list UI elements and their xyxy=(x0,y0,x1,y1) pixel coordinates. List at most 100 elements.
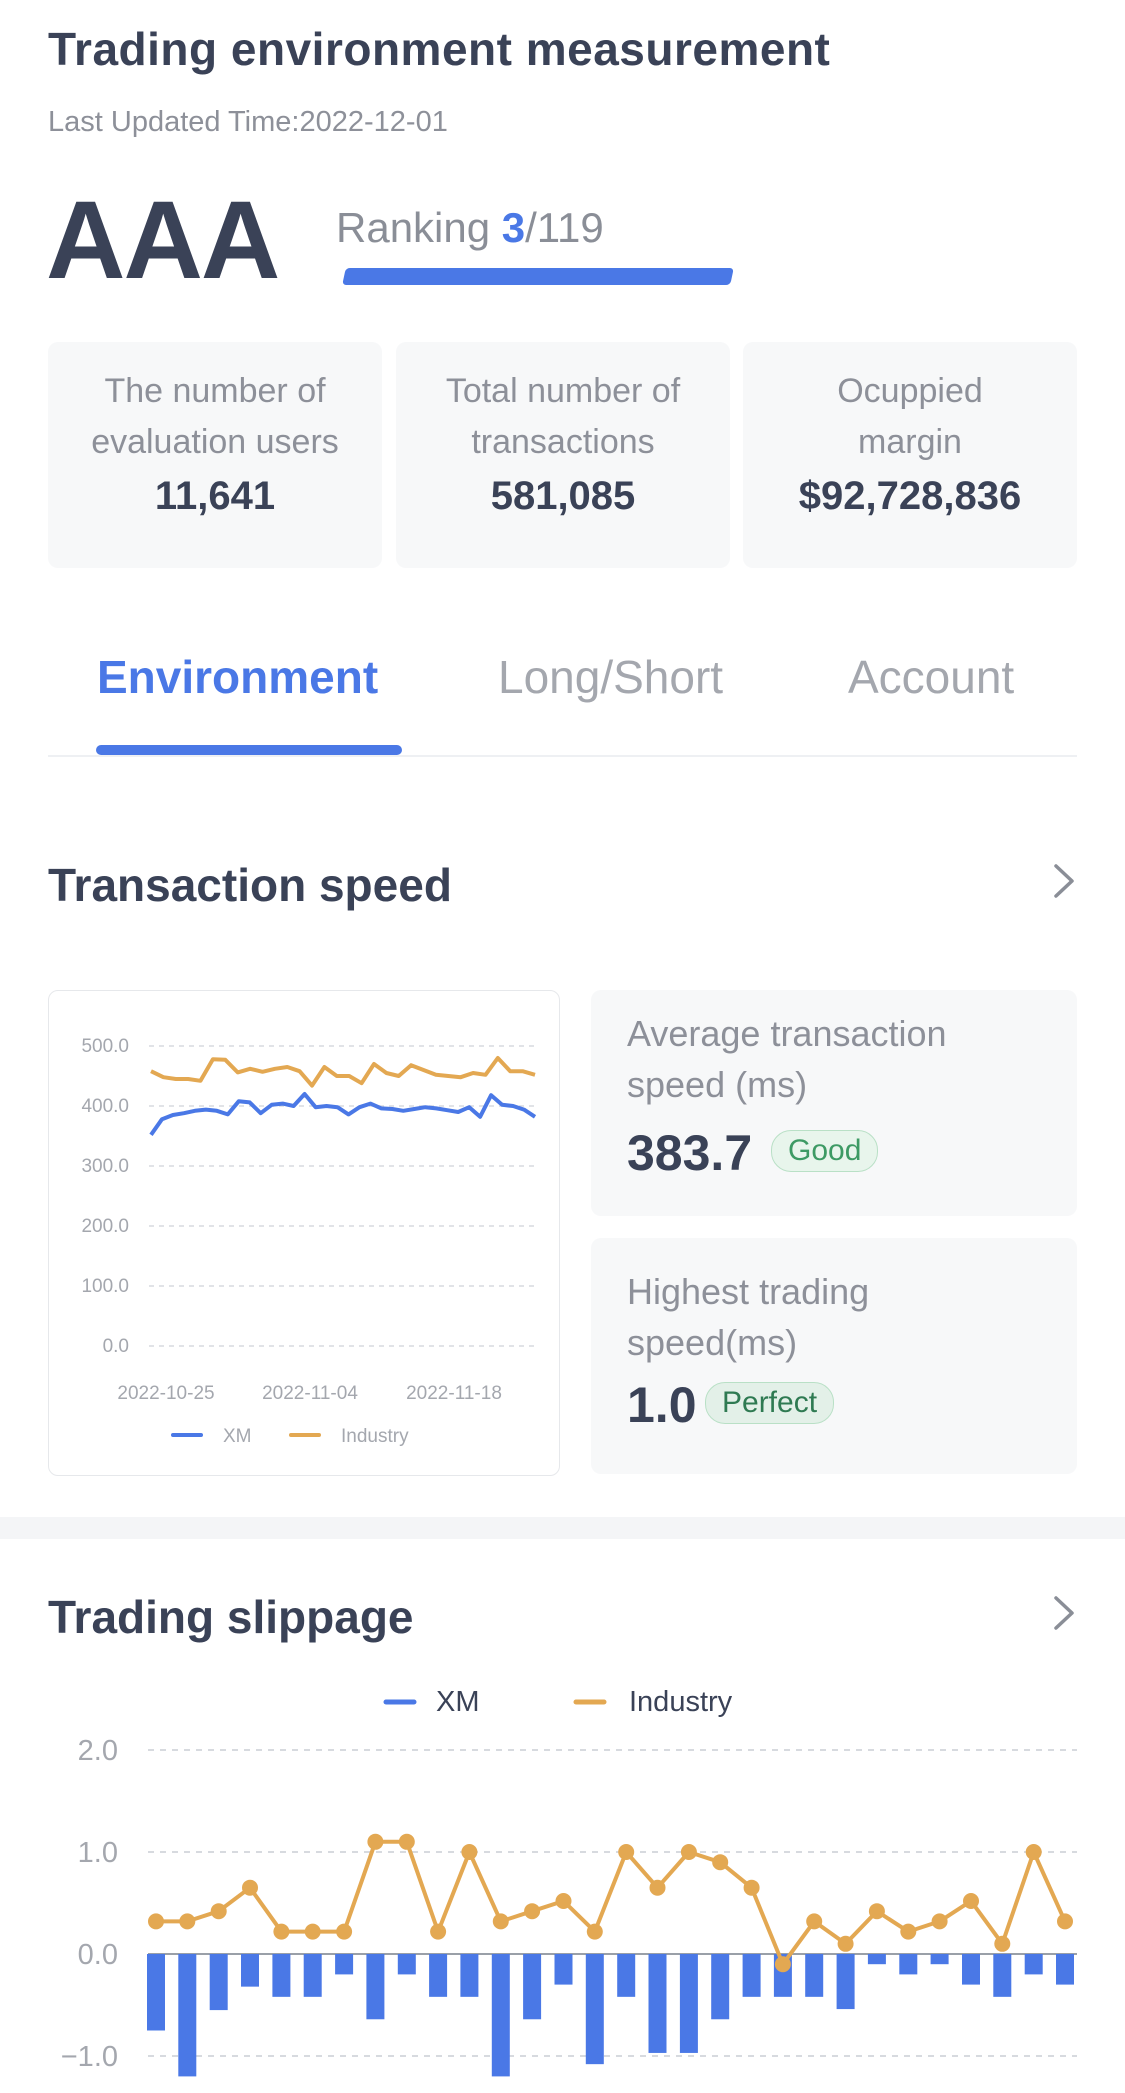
bar-xm xyxy=(303,1954,322,1997)
bar-xm xyxy=(993,1954,1012,1997)
trading-slippage-chevron-icon[interactable] xyxy=(1050,1590,1080,1648)
point-industry xyxy=(304,1923,321,1940)
card-label: Ocuppied margin xyxy=(837,372,983,461)
bar-xm xyxy=(1056,1954,1074,1985)
bar-xm xyxy=(585,1954,604,2065)
avg-speed-value: 383.7 xyxy=(627,1125,753,1181)
max-speed-badge: Perfect xyxy=(705,1382,835,1424)
bar-xm xyxy=(899,1954,918,1975)
bar-xm xyxy=(805,1954,824,1997)
point-industry xyxy=(618,1844,635,1860)
point-industry xyxy=(1025,1844,1042,1860)
avg-speed-card: Average transaction speed (ms) 383.7 Good xyxy=(591,990,1077,1216)
section-divider xyxy=(0,1517,1125,1539)
tab-environment[interactable]: Environment xyxy=(97,650,378,704)
trading-slippage-title: Trading slippage xyxy=(48,1591,414,1643)
card-total-transactions: Total number of transactions 581,085 xyxy=(396,342,730,568)
point-industry xyxy=(712,1854,729,1871)
max-speed-label: Highest trading speed(ms) xyxy=(627,1271,870,1363)
ranking: Ranking 3/119 xyxy=(336,204,604,252)
bar-xm xyxy=(648,1954,667,2053)
page-title: Trading environment measurement xyxy=(48,23,831,75)
last-updated-label: Last Updated Time: xyxy=(48,106,300,138)
y-tick-label: −1.0 xyxy=(61,2041,118,2073)
x-tick-label: 2022-10-25 xyxy=(117,1383,214,1404)
point-industry xyxy=(806,1913,823,1930)
card-evaluation-users: The number of evaluation users 11,641 xyxy=(48,342,382,568)
legend-xm-label: XM xyxy=(436,1686,480,1718)
active-tab-indicator xyxy=(96,745,402,755)
bar-xm xyxy=(178,1954,197,2077)
point-industry xyxy=(210,1903,227,1920)
bar-xm xyxy=(366,1954,385,2020)
x-tick-label: 2022-11-18 xyxy=(406,1383,502,1404)
ranking-total: /119 xyxy=(525,204,604,251)
card-value: 11,641 xyxy=(154,474,276,518)
y-tick-label: 2.0 xyxy=(78,1735,118,1767)
bar-xm xyxy=(617,1954,636,1997)
point-industry xyxy=(242,1879,258,1896)
point-industry xyxy=(1057,1913,1073,1930)
bar-xm xyxy=(554,1954,573,1985)
point-industry xyxy=(837,1935,854,1952)
point-industry xyxy=(179,1913,196,1930)
point-industry xyxy=(900,1923,917,1940)
transaction-speed-title: Transaction speed xyxy=(48,859,452,911)
y-tick-label: 1.0 xyxy=(78,1837,118,1869)
bar-xm xyxy=(147,1954,165,2031)
bar-xm xyxy=(523,1954,542,2020)
ranking-position: 3 xyxy=(501,204,526,251)
point-industry xyxy=(461,1844,478,1860)
point-industry xyxy=(774,1956,791,1973)
point-industry xyxy=(931,1913,948,1930)
avg-speed-badge: Good xyxy=(771,1130,879,1172)
card-label: Total number of transactions xyxy=(445,372,681,461)
point-industry xyxy=(586,1923,603,1940)
bar-xm xyxy=(209,1954,228,2011)
bar-xm xyxy=(711,1954,730,2020)
y-tick-label: 0.0 xyxy=(103,1336,129,1357)
ranking-progress-bar xyxy=(342,268,734,285)
x-tick-label: 2022-11-04 xyxy=(262,1383,358,1404)
bar-xm xyxy=(867,1954,886,1965)
point-industry xyxy=(398,1833,415,1850)
point-industry xyxy=(367,1833,384,1850)
ranking-label: Ranking xyxy=(336,204,491,251)
last-updated-value: 2022-12-01 xyxy=(299,106,448,138)
y-tick-label: 200.0 xyxy=(81,1216,129,1237)
max-speed-value: 1.0 xyxy=(627,1377,697,1433)
y-tick-label: 500.0 xyxy=(81,1036,129,1057)
speed-line-chart: 500.0 400.0 300.0 200.0 100.0 0.0 2022-10-25 20… xyxy=(81,1036,537,1447)
point-industry xyxy=(868,1903,885,1920)
transaction-speed-chart: 500.0 400.0 300.0 200.0 100.0 0.0 2022-10-25 20… xyxy=(48,990,560,1476)
avg-speed-label: Average transaction speed (ms) xyxy=(627,1013,947,1105)
point-industry xyxy=(524,1903,541,1920)
bar-xm xyxy=(491,1954,510,2077)
y-tick-label: 100.0 xyxy=(81,1276,129,1297)
bar-xm xyxy=(241,1954,259,1987)
point-industry xyxy=(680,1844,697,1860)
point-industry xyxy=(430,1923,447,1940)
point-industry xyxy=(273,1923,290,1940)
card-value: $92,728,836 xyxy=(798,474,1022,518)
slippage-bar-chart: XM Industry 2.0 1.0 0.0 −1.0 xyxy=(61,1686,1077,2077)
last-updated: Last Updated Time:2022-12-01 xyxy=(48,106,448,139)
card-value: 581,085 xyxy=(490,474,636,518)
point-industry xyxy=(492,1913,509,1930)
bar-xm xyxy=(272,1954,291,1997)
legend-industry-label: Industry xyxy=(629,1686,733,1718)
series-line-xm xyxy=(149,1092,537,1136)
tab-long-short[interactable]: Long/Short xyxy=(498,650,723,704)
rating-grade: AAA xyxy=(46,179,280,302)
bar-xm xyxy=(679,1954,698,2053)
card-occupied-margin: Ocuppied margin $92,728,836 xyxy=(743,342,1077,568)
bar-xm xyxy=(397,1954,416,1975)
transaction-speed-chevron-icon[interactable] xyxy=(1050,858,1080,916)
bar-xm xyxy=(930,1954,949,1965)
tab-account[interactable]: Account xyxy=(848,650,1014,704)
point-industry xyxy=(649,1879,666,1896)
point-industry xyxy=(743,1879,760,1896)
bar-xm xyxy=(836,1954,855,2010)
bar-xm xyxy=(742,1954,761,1997)
point-industry xyxy=(336,1923,353,1940)
